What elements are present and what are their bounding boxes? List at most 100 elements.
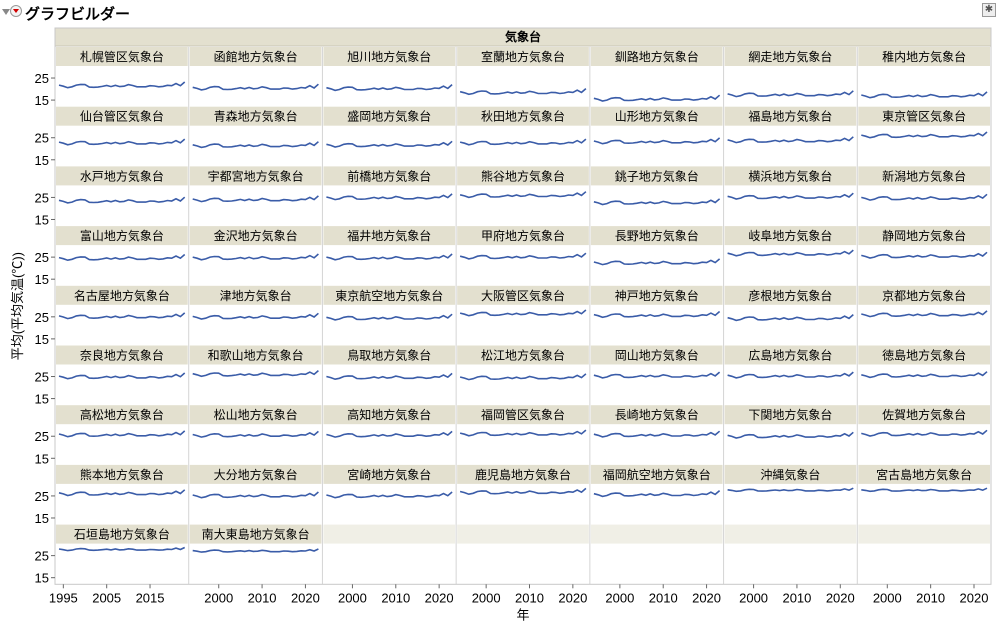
panel-label: 下関地方気象台 <box>748 407 832 422</box>
series-line <box>58 81 186 89</box>
panel-label: 南大東島地方気象台 <box>202 527 310 542</box>
y-tick-label: 15 <box>35 511 49 526</box>
series-line <box>727 192 854 200</box>
series-line <box>727 90 854 98</box>
series-line <box>326 313 453 321</box>
y-tick-label: 25 <box>35 131 49 146</box>
x-axis-label: 年 <box>516 607 529 622</box>
y-tick-label: 25 <box>35 71 49 86</box>
y-tick-label: 25 <box>35 310 49 325</box>
series-line <box>58 489 186 497</box>
y-tick-label: 25 <box>35 370 49 385</box>
panel-label: 京都地方気象台 <box>882 288 966 303</box>
y-tick-label: 15 <box>35 451 49 466</box>
panel-label: 青森地方気象台 <box>214 109 298 124</box>
panel-label: 大分地方気象台 <box>214 467 298 482</box>
panel-label: 盛岡地方気象台 <box>347 109 431 124</box>
series-line <box>192 141 319 149</box>
panel-label: 松山地方気象台 <box>214 407 298 422</box>
series-line <box>459 138 587 146</box>
panel-label: 広島地方気象台 <box>748 348 832 363</box>
y-tick-label: 25 <box>35 250 49 265</box>
panel-label-band-empty <box>323 524 456 544</box>
series-line <box>192 430 319 438</box>
series-line <box>459 252 587 260</box>
panel-label: 沖縄気象台 <box>760 467 820 482</box>
y-tick-label: 15 <box>35 212 49 227</box>
series-line <box>593 258 721 266</box>
series-line <box>459 487 587 496</box>
series-line <box>58 430 186 438</box>
panel-label: 福岡管区気象台 <box>481 407 565 422</box>
panel-label-band-empty <box>858 524 990 544</box>
y-tick-label: 25 <box>35 489 49 504</box>
series-line <box>727 431 854 439</box>
panel-label: 水戸地方気象台 <box>80 168 164 183</box>
panel-label-band-empty <box>724 524 857 544</box>
series-line <box>727 249 854 257</box>
x-tick-label: 2000 <box>873 590 902 605</box>
series-line <box>459 309 587 317</box>
panel-label: 東京航空地方気象台 <box>335 288 443 303</box>
x-tick-label: 2020 <box>960 590 989 605</box>
panel-label: 宇都宮地方気象台 <box>208 168 304 183</box>
y-tick-label: 15 <box>35 153 49 168</box>
x-tick-label: 2000 <box>605 590 634 605</box>
panel-label: 津地方気象台 <box>220 288 292 303</box>
panel-label: 鳥取地方気象台 <box>347 348 431 363</box>
panel-label: 福島地方気象台 <box>748 109 832 124</box>
series-line <box>861 193 988 201</box>
series-line <box>326 491 453 499</box>
series-line <box>593 489 721 498</box>
series-line <box>593 310 721 319</box>
x-tick-label: 2010 <box>916 590 945 605</box>
panel-label: 福岡航空地方気象台 <box>603 467 711 482</box>
panel-label: 新潟地方気象台 <box>882 168 966 183</box>
series-line <box>326 253 453 261</box>
series-line <box>192 83 319 91</box>
panel-label: 熊本地方気象台 <box>80 467 164 482</box>
series-line <box>861 487 988 493</box>
series-line <box>326 140 453 148</box>
series-line <box>192 369 319 378</box>
panel-label: 福井地方気象台 <box>347 228 431 243</box>
x-tick-label: 2010 <box>649 590 678 605</box>
panel-label: 富山地方気象台 <box>80 228 164 243</box>
panel-label: 釧路地方気象台 <box>615 49 699 64</box>
x-tick-label: 2010 <box>515 590 544 605</box>
panel-label: 大阪管区気象台 <box>481 288 565 303</box>
x-tick-label: 2020 <box>291 590 320 605</box>
x-tick-label: 2020 <box>826 590 855 605</box>
series-line <box>326 193 453 201</box>
panel-label: 神戸地方気象台 <box>615 288 699 303</box>
panel-label: 岡山地方気象台 <box>615 348 699 363</box>
panel-label: 前橋地方気象台 <box>347 168 431 183</box>
panel-label-band-empty <box>590 524 723 544</box>
panel-label: 熊谷地方気象台 <box>481 168 565 183</box>
series-line <box>593 94 721 102</box>
panel-label: 高松地方気象台 <box>80 407 164 422</box>
x-tick-label: 2000 <box>338 590 367 605</box>
series-line <box>58 312 186 320</box>
series-line <box>58 253 186 262</box>
panel-label: 函館地方気象台 <box>214 49 298 64</box>
y-axis-label: 平均(平均気温(℃)) <box>10 252 25 360</box>
series-line <box>192 548 319 553</box>
x-tick-label: 2020 <box>692 590 721 605</box>
panel-label: 和歌山地方気象台 <box>208 348 304 363</box>
series-line <box>459 429 587 437</box>
panel-label: 石垣島地方気象台 <box>74 527 170 542</box>
panel-label: 長野地方気象台 <box>615 228 699 243</box>
x-tick-label: 1995 <box>49 590 78 605</box>
panel-label: 甲府地方気象台 <box>481 228 565 243</box>
panel-label: 高知地方気象台 <box>347 407 431 422</box>
series-line <box>727 487 854 493</box>
x-tick-label: 2010 <box>782 590 811 605</box>
y-tick-label: 15 <box>35 571 49 586</box>
series-line <box>861 429 988 437</box>
panel-label: 宮崎地方気象台 <box>347 467 431 482</box>
y-tick-label: 15 <box>35 93 49 108</box>
panel-label: 鹿児島地方気象台 <box>475 467 571 482</box>
panel-label: 宮古島地方気象台 <box>876 467 972 482</box>
panel-label: 山形地方気象台 <box>615 109 699 124</box>
